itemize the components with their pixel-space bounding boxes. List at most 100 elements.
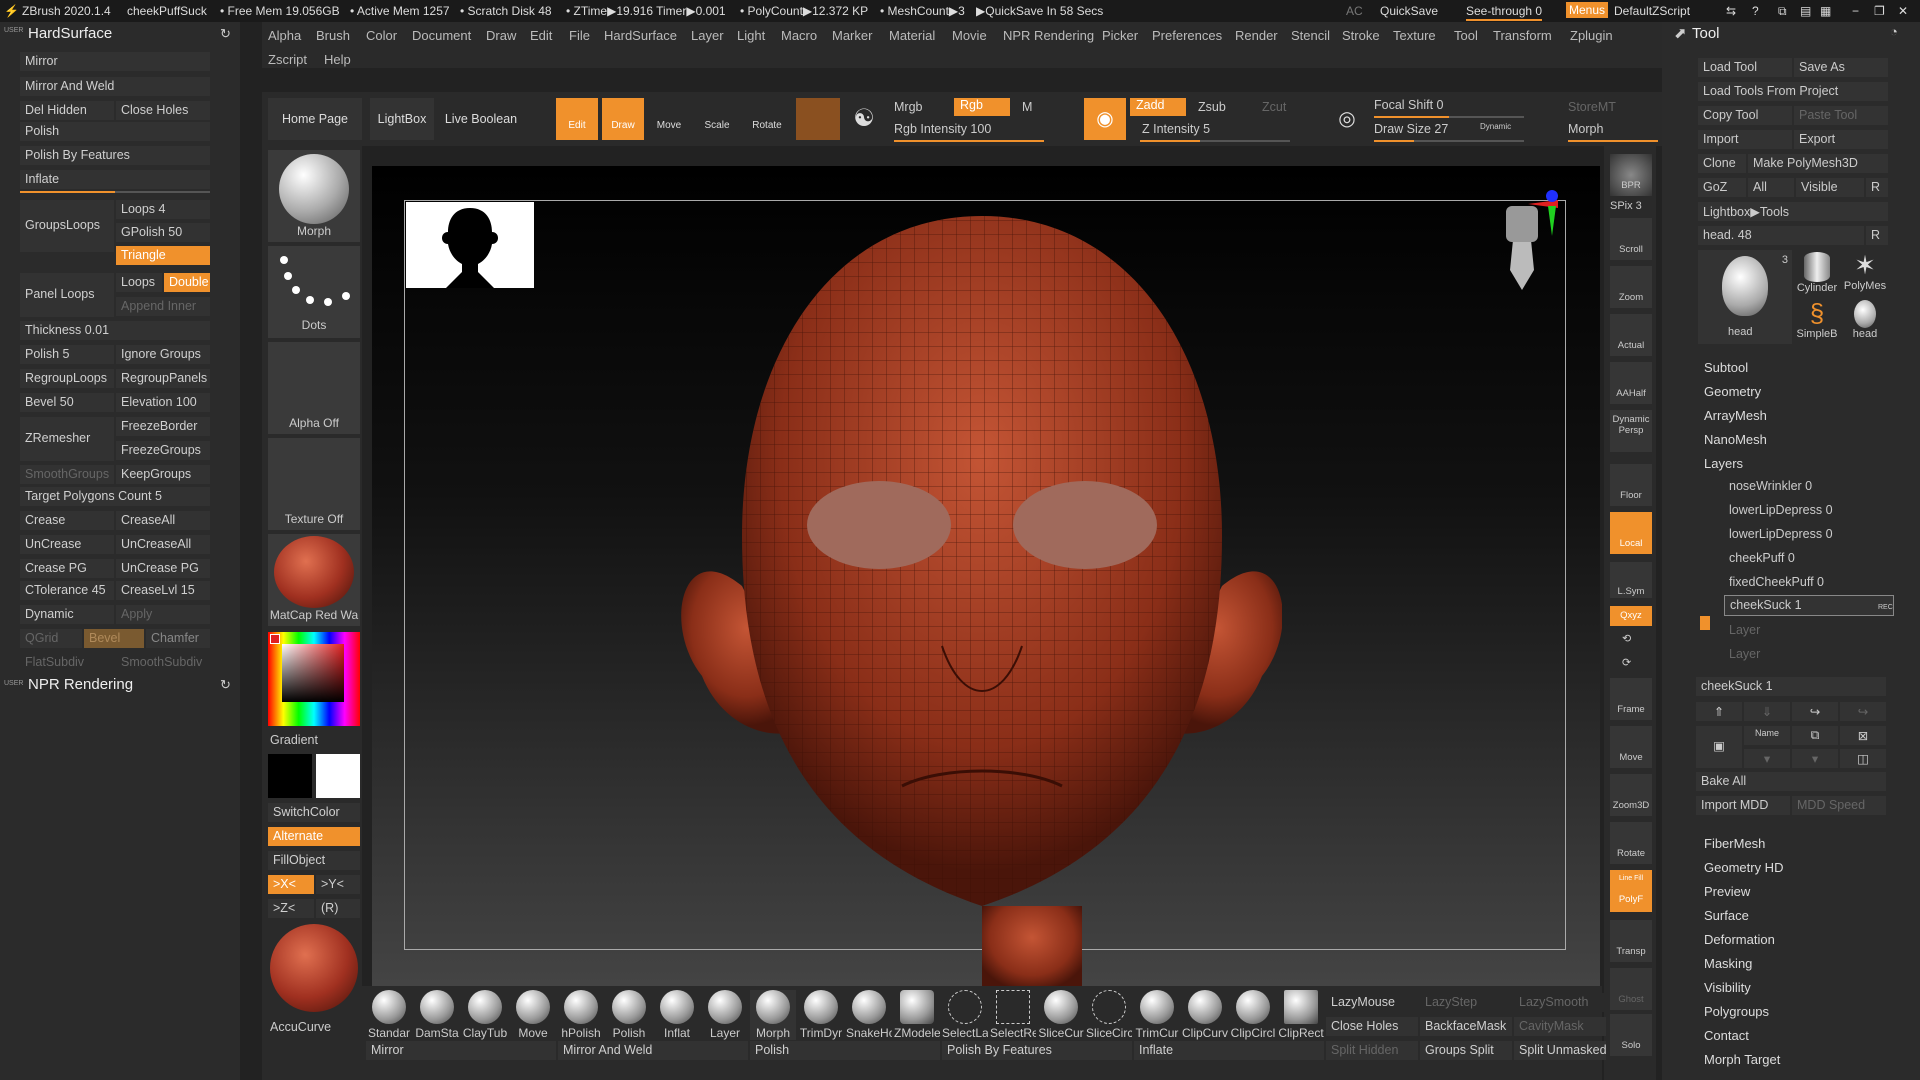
brush-polish[interactable]: Polish — [606, 990, 652, 1040]
brush-thumbnail[interactable]: Morph — [268, 150, 360, 242]
minimize-icon[interactable]: − — [1852, 4, 1859, 18]
npr-rendering-title[interactable]: NPR Rendering — [28, 676, 133, 693]
refresh-icon[interactable]: ↻ — [220, 26, 231, 42]
menu-document[interactable]: Document — [412, 28, 471, 43]
close-holes-button-bottom[interactable]: Close Holes — [1326, 1017, 1418, 1036]
layer-intensity-slider[interactable]: cheekSuck 1 — [1696, 677, 1886, 696]
bake-all-button[interactable]: Bake All — [1696, 772, 1886, 791]
scroll-button[interactable]: Scroll — [1610, 218, 1652, 260]
backface-mask-toggle[interactable]: BackfaceMask — [1420, 1017, 1512, 1036]
elevation-slider[interactable]: Elevation 100 — [116, 393, 210, 412]
import-mdd-button[interactable]: Import MDD — [1696, 796, 1790, 815]
panel-loops-button[interactable]: Panel Loops — [20, 273, 114, 317]
lsym-button[interactable]: L.Sym — [1610, 562, 1652, 598]
inflate-slider[interactable]: Inflate — [20, 170, 210, 189]
texture-thumbnail[interactable]: Texture Off — [268, 438, 360, 530]
menu-preferences[interactable]: Preferences — [1152, 28, 1222, 43]
layer-item[interactable]: noseWrinkler 0 — [1724, 477, 1874, 496]
geometry-hd-section[interactable]: Geometry HD — [1704, 860, 1783, 875]
layer-item-empty[interactable]: Layer — [1724, 621, 1874, 640]
menu-movie[interactable]: Movie — [952, 28, 987, 43]
deformation-section[interactable]: Deformation — [1704, 932, 1775, 947]
move-layer-up-icon[interactable]: ⇑ — [1696, 702, 1742, 721]
actual-button[interactable]: Actual — [1610, 314, 1652, 356]
polish-by-features-toggle[interactable]: Polish By Features — [20, 146, 210, 165]
tool-thumb-cylinder[interactable]: Cylinder — [1794, 250, 1840, 296]
menu-brush[interactable]: Brush — [316, 28, 350, 43]
local-button[interactable]: Local — [1610, 512, 1652, 554]
mirror-and-weld-button-bottom[interactable]: Mirror And Weld — [558, 1041, 748, 1060]
delete-layer-icon[interactable]: ⊠ — [1840, 726, 1886, 745]
crease-pg-button[interactable]: Crease PG — [20, 559, 114, 578]
brush-trimdynamic[interactable]: TrimDyr — [798, 990, 844, 1040]
layout-icon[interactable]: ⇆ — [1726, 4, 1736, 18]
polish-toggle-bottom[interactable]: Polish — [750, 1041, 940, 1060]
zoom3d-button[interactable]: Zoom3D — [1610, 774, 1652, 816]
menu-hardsurface[interactable]: HardSurface — [604, 28, 677, 43]
palette-icon[interactable]: ▤ — [1800, 4, 1811, 18]
palette-close-icon[interactable]: ◔ — [1890, 24, 1898, 39]
storemt-button[interactable]: StoreMT — [1568, 100, 1616, 114]
draw-size-slider[interactable]: Draw Size 27 — [1374, 122, 1448, 136]
focal-target-icon[interactable]: ◎ — [1330, 98, 1364, 140]
freeze-border-toggle[interactable]: FreezeBorder — [116, 417, 210, 436]
material-swatch-icon[interactable] — [796, 98, 840, 140]
gpolish-slider[interactable]: GPolish 50 — [116, 223, 210, 242]
rotate-view-button[interactable]: Rotate — [1610, 822, 1652, 864]
brush-morph[interactable]: Morph — [750, 990, 796, 1040]
nanomesh-section[interactable]: NanoMesh — [1704, 432, 1767, 447]
solo-button[interactable]: Solo — [1610, 1014, 1652, 1056]
menu-texture[interactable]: Texture — [1393, 28, 1436, 43]
flat-subdiv-slider[interactable]: FlatSubdiv — [20, 653, 114, 672]
visibility-section[interactable]: Visibility — [1704, 980, 1751, 995]
make-polymesh3d-button[interactable]: Make PolyMesh3D — [1748, 154, 1888, 173]
cavity-mask-toggle[interactable]: CavityMask — [1514, 1017, 1606, 1036]
bevel-slider[interactable]: Bevel 50 — [20, 393, 114, 412]
secondary-color-black[interactable] — [268, 754, 312, 798]
brush-cliprect[interactable]: ClipRect — [1278, 990, 1324, 1040]
scale-button[interactable]: Scale — [696, 98, 738, 140]
rotate-z-icon[interactable]: ⟳ — [1622, 656, 1631, 669]
main-color-swatch[interactable] — [270, 634, 280, 644]
xyz-button[interactable]: Qxyz — [1610, 606, 1652, 626]
brush-slicecircle[interactable]: SliceCirc — [1086, 990, 1132, 1040]
tool-thumb-polymesh[interactable]: ✶ PolyMes — [1842, 250, 1888, 296]
menu-material[interactable]: Material — [889, 28, 935, 43]
brush-clipcurve[interactable]: ClipCurv — [1182, 990, 1228, 1040]
material-thumbnail[interactable]: MatCap Red Wa — [268, 534, 360, 626]
smooth-subdiv-slider[interactable]: SmoothSubdiv — [116, 653, 210, 672]
orientation-gizmo[interactable] — [1468, 186, 1558, 296]
menu-macro[interactable]: Macro — [781, 28, 817, 43]
symmetry-y-toggle[interactable]: >Y< — [316, 875, 360, 894]
ac-button[interactable]: AC — [1346, 4, 1363, 18]
append-inner-toggle[interactable]: Append Inner — [116, 297, 210, 316]
zadd-toggle[interactable]: Zadd — [1130, 98, 1186, 116]
menu-layer[interactable]: Layer — [691, 28, 724, 43]
stroke-thumbnail[interactable]: Dots — [268, 246, 360, 338]
color-picker-square[interactable] — [282, 644, 344, 702]
home-page-button[interactable]: Home Page — [268, 98, 362, 140]
menu-zplugin[interactable]: Zplugin — [1570, 28, 1613, 43]
default-zscript-button[interactable]: DefaultZScript — [1614, 4, 1690, 18]
mrgb-toggle[interactable]: Mrgb — [894, 100, 922, 114]
mdd-speed-slider[interactable]: MDD Speed — [1792, 796, 1886, 815]
smooth-groups-toggle[interactable]: SmoothGroups — [20, 465, 114, 484]
menu-tool[interactable]: Tool — [1454, 28, 1478, 43]
split-hidden-button[interactable]: Split Hidden — [1326, 1041, 1418, 1060]
copy-tool-button[interactable]: Copy Tool — [1698, 106, 1792, 125]
crease-all-button[interactable]: CreaseAll — [116, 511, 210, 530]
regroup-panels-button[interactable]: RegroupPanels — [116, 369, 210, 388]
redirect-icon[interactable]: ↪ — [1792, 702, 1838, 721]
rotate-y-icon[interactable]: ⟲ — [1622, 632, 1631, 645]
dynamic-toggle[interactable]: Dynamic — [1480, 122, 1511, 131]
morph-track[interactable] — [1568, 140, 1658, 142]
arraymesh-section[interactable]: ArrayMesh — [1704, 408, 1767, 423]
layer-item[interactable]: lowerLipDepress 0 — [1724, 501, 1874, 520]
new-layer-icon[interactable]: ▣ — [1696, 726, 1742, 768]
zsub-toggle[interactable]: Zsub — [1198, 100, 1226, 114]
import-button[interactable]: Import — [1698, 130, 1792, 149]
groupsloops-button[interactable]: GroupsLoops — [20, 200, 114, 252]
merge-down-icon[interactable]: ▾ — [1744, 749, 1790, 768]
crease-level-slider[interactable]: CreaseLvl 15 — [116, 581, 210, 600]
morph-target-section[interactable]: Morph Target — [1704, 1052, 1780, 1067]
